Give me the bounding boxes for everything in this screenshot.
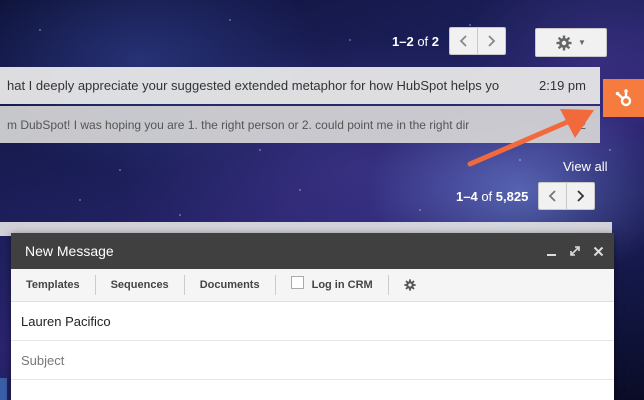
log-in-crm-checkbox[interactable]	[290, 275, 304, 289]
hubspot-sprocket-icon	[615, 89, 631, 107]
log-in-crm-toggle[interactable]: Log in CRM	[274, 275, 388, 295]
settings-button[interactable]: ▼	[535, 28, 607, 57]
sequences-button[interactable]: Sequences	[94, 275, 184, 295]
email-snippet: hat I deeply appreciate your suggested e…	[7, 78, 499, 93]
top-pager-text: 1–2 of 2	[392, 34, 439, 49]
top-pager-range: 1–2	[392, 33, 414, 49]
compose-window: New Message Templates Sequences Document…	[11, 233, 614, 400]
log-in-crm-label: Log in CRM	[311, 279, 373, 291]
bottom-pager-nav	[538, 182, 596, 210]
inbox-background: 1–2 of 2 ▼ hat I deeply appreciate your …	[0, 0, 644, 400]
bottom-pager-total: 5,825	[495, 188, 529, 204]
top-pager: 1–2 of 2	[392, 27, 507, 55]
recipient-field[interactable]: Lauren Pacifico	[11, 302, 614, 341]
close-icon	[593, 246, 604, 256]
next-page-button[interactable]	[566, 183, 595, 209]
toolbar-settings-button[interactable]	[387, 275, 431, 295]
chevron-right-icon	[488, 35, 496, 47]
expand-icon	[570, 246, 580, 256]
gear-icon	[404, 279, 416, 291]
top-pager-total: 2	[431, 33, 440, 49]
newer-button[interactable]	[477, 28, 506, 54]
documents-button[interactable]: Documents	[183, 275, 275, 295]
prev-page-button[interactable]	[539, 183, 567, 209]
email-snippet: m DubSpot! I was hoping you are 1. the r…	[7, 117, 470, 132]
subject-input[interactable]	[21, 352, 521, 368]
compose-title: New Message	[25, 243, 114, 259]
email-row[interactable]: hat I deeply appreciate your suggested e…	[0, 67, 600, 104]
left-edge-accent	[0, 378, 7, 400]
bottom-pager: 1–4 of 5,825	[456, 182, 596, 210]
minimize-button[interactable]	[546, 246, 557, 257]
hubspot-toolbar: Templates Sequences Documents Log in CRM	[11, 269, 614, 302]
chevron-left-icon	[549, 190, 556, 202]
expand-button[interactable]	[569, 245, 581, 257]
top-pager-of: of	[417, 33, 429, 49]
email-time: 2:19 pm	[539, 78, 586, 93]
gear-icon	[556, 35, 572, 50]
compose-controls	[546, 233, 604, 269]
templates-button[interactable]: Templates	[11, 275, 95, 295]
top-pager-nav	[449, 27, 507, 55]
bottom-pager-range: 1–4	[456, 188, 478, 204]
subject-field[interactable]	[11, 341, 614, 380]
bottom-pager-of: of	[481, 188, 493, 204]
chevron-down-icon: ▼	[578, 38, 586, 47]
close-button[interactable]	[593, 246, 604, 257]
minimize-icon	[547, 253, 556, 256]
view-all-link[interactable]: View all	[563, 159, 608, 174]
hubspot-sidebar-tab[interactable]	[603, 79, 644, 117]
compose-header[interactable]: New Message	[11, 233, 614, 269]
chevron-left-icon	[459, 35, 467, 47]
older-button[interactable]	[450, 28, 478, 54]
recipient-chip[interactable]: Lauren Pacifico	[21, 314, 111, 329]
chevron-right-icon	[577, 190, 585, 202]
bottom-pager-text: 1–4 of 5,825	[456, 189, 528, 204]
